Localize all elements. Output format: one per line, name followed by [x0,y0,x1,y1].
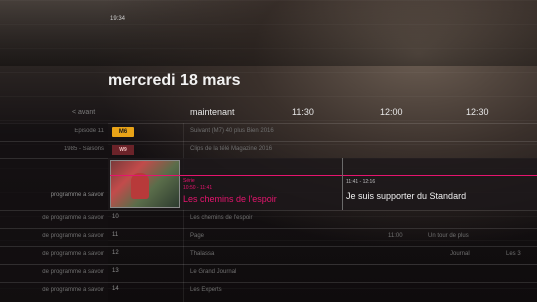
clock: 19:34 [110,16,126,22]
timeline-slot[interactable]: 11:30 [292,107,314,117]
program-thumbnail [110,160,180,208]
program-title[interactable]: Les chemins de l'espoir [190,215,253,221]
channel-row[interactable]: de programme à savoir 11 Page 11:00 Un t… [0,229,537,246]
channel-row[interactable]: 1985 - Saisons W9 Clips de la télé Magaz… [0,142,537,159]
current-program[interactable]: Série 10:50 - 11:41 Les chemins de l'esp… [183,176,343,210]
program-title[interactable]: Un tour de plus [428,233,469,239]
channel-row[interactable]: Episode 11 M6 Suivant (M7) 40 plus Bien … [0,124,537,141]
channel-info: de programme à savoir [42,233,104,239]
channel-logo: 12 [112,250,119,256]
program-title[interactable]: Thalassa [190,251,214,257]
program-title[interactable]: Les Experts [190,287,222,293]
channel-info: de programme à savoir [42,215,104,221]
program-time: 11:41 - 12:16 [346,179,376,185]
program-time: 10:50 - 11:41 [183,185,213,191]
timeline-slot[interactable]: 12:00 [380,107,403,117]
channel-row[interactable]: de programme à savoir 10 Les chemins de … [0,211,537,228]
program-title[interactable]: 11:00 [388,233,403,239]
channel-info: programme à savoir [50,192,104,198]
channel-logo: 13 [112,268,119,274]
next-program[interactable]: 11:41 - 12:16 Je suis supporter du Stand… [346,176,536,210]
page-title: mercredi 18 mars [108,72,241,89]
channel-row[interactable]: de programme à savoir 14 Les Experts [0,283,537,300]
channel-info: de programme à savoir [42,287,104,293]
program-title: Je suis supporter du Standard [346,191,467,201]
program-genre: Série [183,178,195,184]
program-title[interactable]: Les 3 [506,251,521,257]
timeline-back[interactable]: < avant [72,109,95,116]
timeline-slot[interactable]: 12:30 [466,107,489,117]
program-title[interactable]: Journal [450,251,470,257]
program-title[interactable]: Page [190,233,204,239]
program-title: Les chemins de l'espoir [183,194,277,204]
channel-info: de programme à savoir [42,251,104,257]
channel-logo: 11 [112,232,119,238]
timeline: < avant maintenant 11:30 12:00 12:30 [0,103,537,123]
program-title[interactable]: Clips de la télé Magazine 2016 [190,146,272,152]
channel-logo: M6 [112,127,134,137]
channel-row[interactable]: de programme à savoir 12 Thalassa Journa… [0,247,537,264]
channel-row[interactable]: de programme à savoir 13 Le Grand Journa… [0,265,537,282]
program-divider [342,158,343,210]
channel-info: Episode 11 [74,128,104,134]
channel-logo: W9 [112,145,134,155]
thumbnail-figure [131,173,149,199]
top-dim [0,0,537,66]
channel-logo: 10 [112,214,119,220]
program-title[interactable]: Suivant (M7) 40 plus Bien 2016 [190,128,274,134]
channel-logo: 14 [112,286,119,292]
channel-info: 1985 - Saisons [63,146,104,152]
timeline-now[interactable]: maintenant [190,107,235,117]
channel-info: de programme à savoir [42,269,104,275]
program-title[interactable]: Le Grand Journal [190,269,236,275]
